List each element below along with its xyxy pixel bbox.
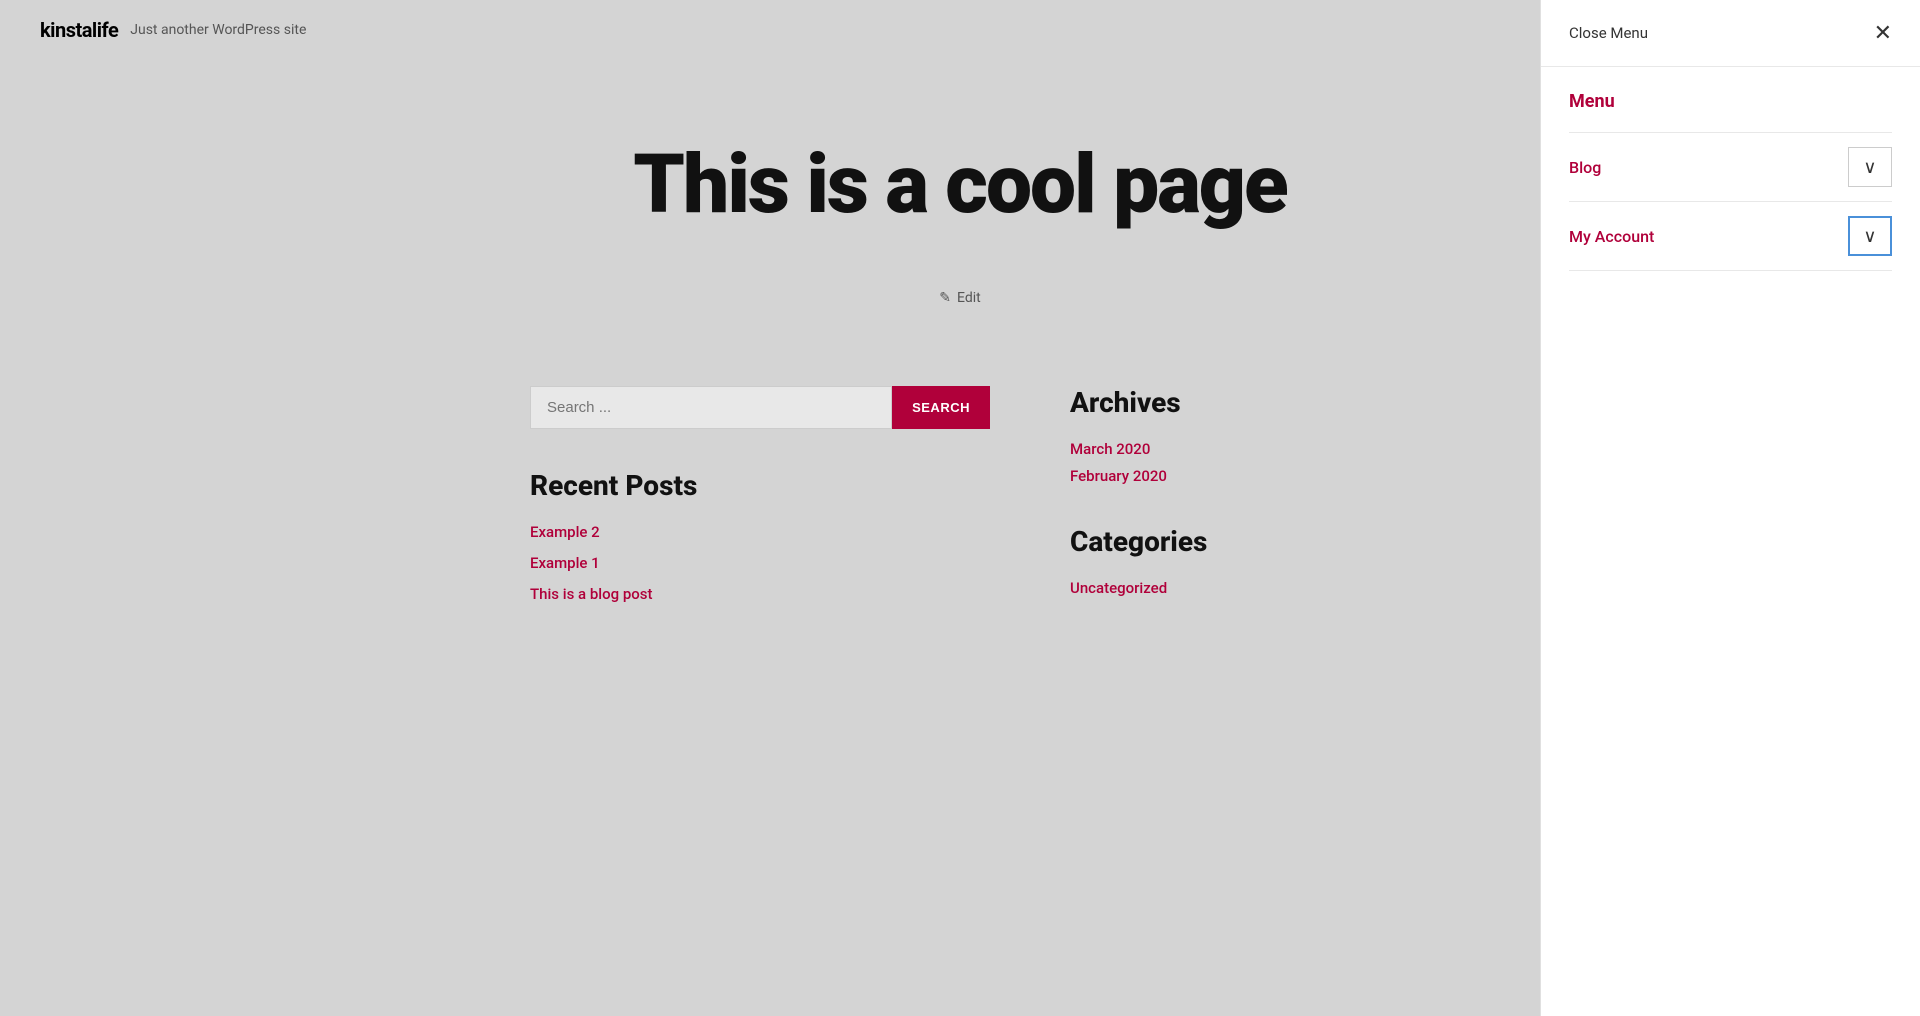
menu-item-chevron-blog[interactable]: ∨	[1848, 147, 1892, 187]
menu-item-link-blog[interactable]: Blog	[1569, 158, 1601, 177]
menu-panel-header: Close Menu ✕	[1541, 0, 1920, 67]
menu-panel-items: Blog ∨ My Account ∨	[1569, 132, 1892, 271]
close-menu-text: Close Menu	[1569, 24, 1648, 42]
close-menu-button[interactable]: ✕	[1874, 22, 1892, 44]
menu-item-link-myaccount[interactable]: My Account	[1569, 227, 1654, 246]
menu-panel-item-myaccount: My Account ∨	[1569, 201, 1892, 271]
menu-item-row-myaccount: My Account ∨	[1569, 202, 1892, 270]
menu-panel: Close Menu ✕ Menu Blog ∨ My Account ∨	[1540, 0, 1920, 1016]
menu-item-chevron-myaccount[interactable]: ∨	[1848, 216, 1892, 256]
menu-panel-title: Menu	[1569, 91, 1892, 112]
menu-overlay[interactable]	[0, 0, 1140, 1016]
menu-panel-body: Menu Blog ∨ My Account ∨	[1541, 67, 1920, 295]
menu-item-row-blog: Blog ∨	[1569, 133, 1892, 201]
menu-panel-item-blog: Blog ∨	[1569, 132, 1892, 201]
